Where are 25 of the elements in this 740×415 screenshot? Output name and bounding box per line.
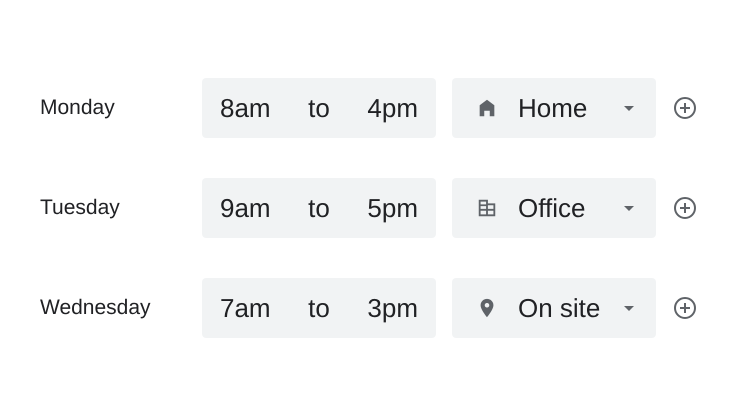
time-range-field[interactable]: 7am to 3pm [202, 278, 436, 338]
location-dropdown[interactable]: Office [452, 178, 656, 238]
building-icon [476, 197, 498, 219]
caret-icon [624, 106, 634, 110]
start-time-button[interactable]: 7am [220, 292, 271, 324]
time-separator: to [308, 192, 330, 224]
start-time-button[interactable]: 9am [220, 192, 271, 224]
day-label: Monday [40, 96, 116, 120]
time-separator: to [308, 292, 330, 324]
add-icon[interactable] [673, 296, 697, 320]
add-icon[interactable] [673, 196, 697, 220]
end-time-button[interactable]: 5pm [367, 192, 418, 224]
day-label: Tuesday [40, 196, 121, 220]
caret-icon [624, 206, 634, 210]
location-dropdown[interactable]: On site [452, 278, 656, 338]
time-separator: to [308, 92, 330, 124]
end-time-button[interactable]: 3pm [367, 292, 418, 324]
time-range-field[interactable]: 8am to 4pm [202, 78, 436, 138]
start-time-button[interactable]: 8am [220, 92, 271, 124]
time-range-field[interactable]: 9am to 5pm [202, 178, 436, 238]
end-time-button[interactable]: 4pm [367, 92, 418, 124]
add-icon[interactable] [673, 96, 697, 120]
day-label: Wednesday [40, 296, 152, 320]
location-dropdown[interactable]: Home [452, 78, 656, 138]
caret-icon [624, 306, 634, 310]
